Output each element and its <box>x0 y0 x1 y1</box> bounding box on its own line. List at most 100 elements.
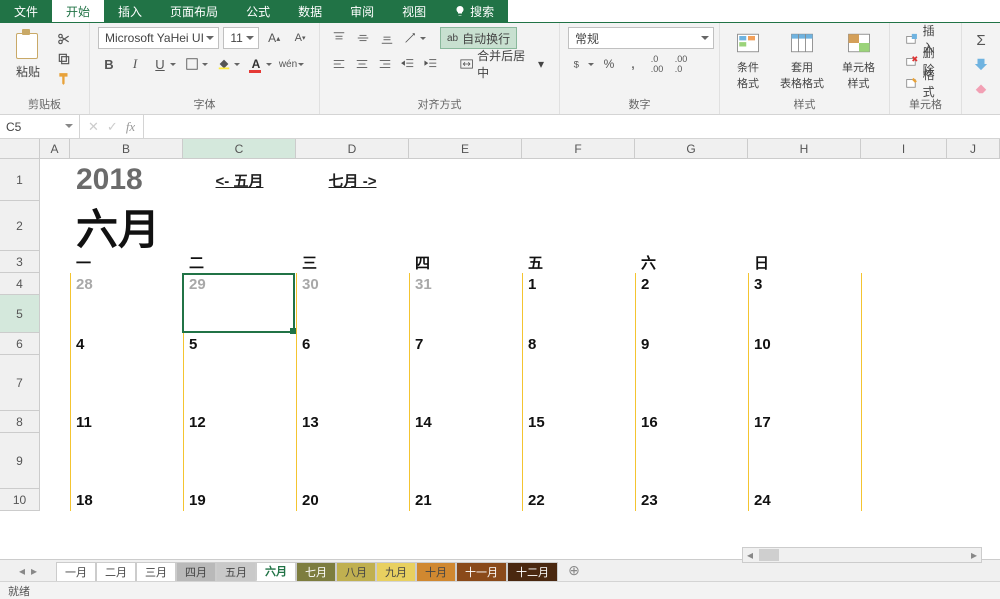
format-painter-button[interactable] <box>54 71 74 87</box>
row-header-2[interactable]: 2 <box>0 201 39 251</box>
align-bottom-button[interactable] <box>376 27 398 49</box>
sheet-tab-7[interactable]: 八月 <box>336 562 376 582</box>
col-header-B[interactable]: B <box>70 139 183 158</box>
dec-decimal-button[interactable]: .00.0 <box>670 53 692 75</box>
add-sheet-button[interactable]: ⊕ <box>564 561 584 581</box>
tab-layout[interactable]: 页面布局 <box>156 0 232 22</box>
indent-dec-button[interactable] <box>397 53 418 75</box>
row-header-5[interactable]: 5 <box>0 295 39 333</box>
tab-view[interactable]: 视图 <box>388 0 440 22</box>
tab-nav-left[interactable]: ◂ <box>19 564 25 578</box>
col-header-J[interactable]: J <box>947 139 1000 158</box>
col-header-C[interactable]: C <box>183 139 296 158</box>
row-header-9[interactable]: 9 <box>0 433 39 489</box>
col-header-A[interactable]: A <box>40 139 70 158</box>
fx-button[interactable]: fx <box>126 119 135 135</box>
row-header-10[interactable]: 10 <box>0 489 39 511</box>
grow-font-button[interactable]: A▴ <box>263 27 285 49</box>
fill-button[interactable] <box>970 53 992 75</box>
merge-center-button[interactable]: 合并后居中 ▾ <box>453 53 551 75</box>
bulb-icon <box>454 5 466 17</box>
comma-button[interactable]: , <box>622 53 644 75</box>
underline-button[interactable]: U <box>150 53 178 75</box>
align-left-button[interactable] <box>328 53 349 75</box>
tab-review[interactable]: 审阅 <box>336 0 388 22</box>
tab-data[interactable]: 数据 <box>284 0 336 22</box>
month-title: 六月 <box>70 201 183 251</box>
tab-insert[interactable]: 插入 <box>104 0 156 22</box>
formula-input[interactable] <box>144 115 1000 138</box>
sheet-tab-10[interactable]: 十一月 <box>456 562 507 582</box>
fill-color-button[interactable] <box>214 53 242 75</box>
sheet-tab-6[interactable]: 七月 <box>296 562 336 582</box>
italic-button[interactable]: I <box>124 53 146 75</box>
row-header-3[interactable]: 3 <box>0 251 39 273</box>
row-header-6[interactable]: 6 <box>0 333 39 355</box>
tab-nav-right[interactable]: ▸ <box>31 564 37 578</box>
grid-vline <box>409 273 410 511</box>
align-top-button[interactable] <box>328 27 350 49</box>
align-center-button[interactable] <box>351 53 372 75</box>
col-header-F[interactable]: F <box>522 139 635 158</box>
tab-search[interactable]: 搜索 <box>440 0 508 22</box>
indent-inc-button[interactable] <box>420 53 441 75</box>
row-header-1[interactable]: 1 <box>0 159 39 201</box>
inc-decimal-button[interactable]: .0.00 <box>646 53 668 75</box>
number-format-combo[interactable]: 常规 <box>568 27 714 49</box>
col-header-D[interactable]: D <box>296 139 409 158</box>
sheet-tab-8[interactable]: 九月 <box>376 562 416 582</box>
sheet-tab-3[interactable]: 四月 <box>176 562 216 582</box>
grid-vline <box>70 273 71 511</box>
align-right-button[interactable] <box>374 53 395 75</box>
worksheet[interactable]: 2018<- 五月七月 ->六月一二三四五六日28293031123456789… <box>40 159 1000 511</box>
accounting-button[interactable]: $ <box>568 53 596 75</box>
wrap-text-button[interactable]: ab自动换行 <box>440 27 517 49</box>
prev-month-link[interactable]: <- 五月 <box>183 159 296 201</box>
enter-formula-button[interactable]: ✓ <box>107 119 118 135</box>
font-color-button[interactable]: A <box>246 53 274 75</box>
phonetic-button[interactable]: wén <box>278 53 306 75</box>
shrink-font-button[interactable]: A▾ <box>289 27 311 49</box>
group-number: 常规 $ % , .0.00 .00.0 数字 <box>560 23 720 114</box>
cancel-formula-button[interactable]: ✕ <box>88 119 99 135</box>
tab-home[interactable]: 开始 <box>52 0 104 22</box>
name-box[interactable]: C5 <box>0 115 80 138</box>
align-middle-button[interactable] <box>352 27 374 49</box>
next-month-link[interactable]: 七月 -> <box>296 159 409 201</box>
sheet-tab-4[interactable]: 五月 <box>216 562 256 582</box>
font-size-combo[interactable]: 11 <box>223 27 259 49</box>
sheet-tab-2[interactable]: 三月 <box>136 562 176 582</box>
border-button[interactable] <box>182 53 210 75</box>
group-cells: 插入 删除 格式 单元格 <box>890 23 962 114</box>
orientation-button[interactable] <box>400 27 428 49</box>
col-header-E[interactable]: E <box>409 139 522 158</box>
sheet-tab-5[interactable]: 六月 <box>256 562 296 582</box>
sheet-tab-11[interactable]: 十二月 <box>507 562 558 582</box>
copy-button[interactable] <box>54 51 74 67</box>
font-name-combo[interactable]: Microsoft YaHei UI <box>98 27 219 49</box>
tab-formula[interactable]: 公式 <box>232 0 284 22</box>
row-header-4[interactable]: 4 <box>0 273 39 295</box>
cut-button[interactable] <box>54 31 74 47</box>
format-cells-button[interactable]: 格式 <box>898 73 953 93</box>
cal-w2-2: 6 <box>296 333 409 355</box>
cal-w1-3: 31 <box>409 273 522 295</box>
paste-label: 粘贴 <box>16 63 40 80</box>
clipboard-group-label: 剪贴板 <box>0 96 89 112</box>
sheet-tab-0[interactable]: 一月 <box>56 562 96 582</box>
h-scrollbar[interactable]: ◂▸ <box>742 547 982 563</box>
tab-file[interactable]: 文件 <box>0 0 52 22</box>
sheet-tab-9[interactable]: 十月 <box>416 562 456 582</box>
row-header-7[interactable]: 7 <box>0 355 39 411</box>
sheet-tab-1[interactable]: 二月 <box>96 562 136 582</box>
clear-button[interactable] <box>970 77 992 99</box>
col-header-I[interactable]: I <box>861 139 947 158</box>
select-all-corner[interactable] <box>0 139 40 158</box>
col-header-G[interactable]: G <box>635 139 748 158</box>
col-header-H[interactable]: H <box>748 139 861 158</box>
cal-w2-3: 7 <box>409 333 522 355</box>
autosum-button[interactable]: Σ <box>970 29 992 51</box>
row-header-8[interactable]: 8 <box>0 411 39 433</box>
percent-button[interactable]: % <box>598 53 620 75</box>
bold-button[interactable]: B <box>98 53 120 75</box>
